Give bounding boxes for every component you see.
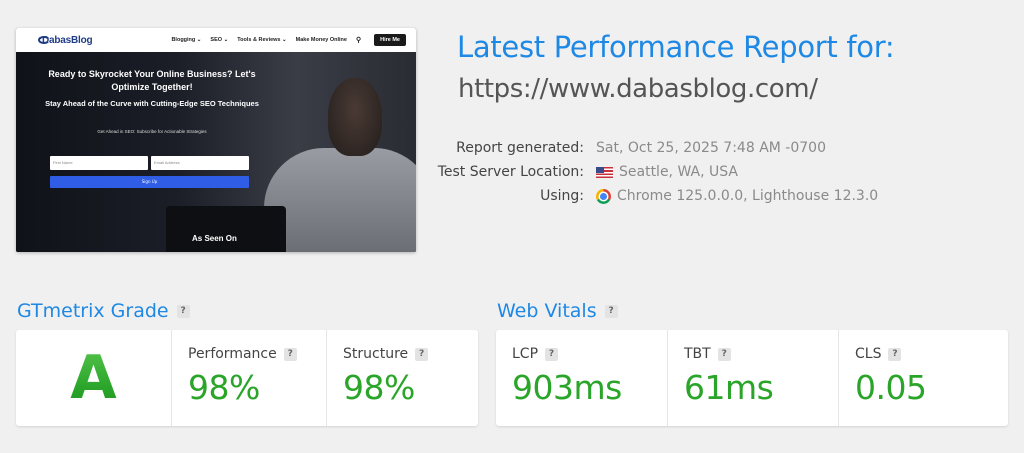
web-vitals-help-icon[interactable]: ?	[604, 304, 618, 318]
report-meta: Report generated: Sat, Oct 25, 2025 7:48…	[400, 136, 940, 208]
site-menu: Blogging ⌄ SEO ⌄ Tools & Reviews ⌄ Make …	[171, 34, 406, 46]
using-label: Using:	[540, 188, 584, 204]
structure-cell: Structure ? 98%	[326, 330, 478, 426]
nav-item-make-money: Make Money Online	[295, 37, 347, 43]
cls-help-icon[interactable]: ?	[888, 347, 902, 361]
first-name-field: First Name	[50, 156, 148, 170]
as-seen-on-label: As Seen On	[192, 234, 237, 243]
performance-value: 98%	[188, 368, 260, 407]
gtmetrix-grade-help-icon[interactable]: ?	[176, 304, 190, 318]
hero-person-body	[264, 148, 416, 252]
nav-item-seo: SEO ⌄	[210, 37, 229, 43]
test-location-row: Test Server Location: Seattle, WA, USA	[400, 160, 940, 184]
report-generated-value: Sat, Oct 25, 2025 7:48 AM -0700	[596, 140, 826, 156]
grade-letter: A	[16, 330, 171, 426]
us-flag-icon	[596, 166, 613, 178]
tbt-cell: TBT ? 61ms	[667, 330, 838, 426]
tbt-help-icon[interactable]: ?	[717, 347, 731, 361]
lcp-label: LCP	[512, 346, 539, 362]
report-url: https://www.dabasblog.com/	[458, 74, 818, 104]
cls-label: CLS	[855, 346, 882, 362]
signup-button: Sign Up	[50, 176, 249, 188]
report-title: Latest Performance Report for:	[457, 30, 895, 64]
web-vitals-heading: Web Vitals ?	[497, 300, 618, 322]
cls-cell: CLS ? 0.05	[838, 330, 1008, 426]
structure-help-icon[interactable]: ?	[415, 347, 429, 361]
tbt-value: 61ms	[684, 368, 774, 407]
lcp-value: 903ms	[512, 368, 622, 407]
hero-headline: Ready to Skyrocket Your Online Business?…	[48, 69, 256, 92]
site-navbar: DabasBlog Blogging ⌄ SEO ⌄ Tools & Revie…	[16, 28, 416, 52]
hero-subheadline: Stay Ahead of the Curve with Cutting-Edg…	[45, 99, 259, 108]
using-row: Using: Chrome 125.0.0.0, Lighthouse 12.3…	[400, 184, 940, 208]
gtmetrix-grade-title: GTmetrix Grade	[17, 300, 169, 322]
lcp-cell: LCP ? 903ms	[496, 330, 667, 426]
report-generated-row: Report generated: Sat, Oct 25, 2025 7:48…	[400, 136, 940, 160]
search-icon: ⚲	[355, 37, 362, 44]
report-generated-label: Report generated:	[456, 140, 584, 156]
hero-tagline: Get Ahead in SEO: Subscribe for Actionab…	[97, 129, 207, 134]
structure-value: 98%	[343, 368, 415, 407]
hero-person-head	[328, 78, 382, 156]
web-vitals-card: LCP ? 903ms TBT ? 61ms CLS ? 0.05	[496, 330, 1008, 426]
nav-item-tools-reviews: Tools & Reviews ⌄	[237, 37, 287, 43]
using-value: Chrome 125.0.0.0, Lighthouse 12.3.0	[617, 188, 879, 204]
cls-value: 0.05	[855, 368, 927, 407]
structure-label: Structure	[343, 346, 409, 362]
nav-item-blogging: Blogging ⌄	[171, 37, 202, 43]
lcp-help-icon[interactable]: ?	[545, 347, 559, 361]
site-logo-icon	[38, 36, 50, 44]
test-location-label: Test Server Location:	[437, 164, 584, 180]
tbt-label: TBT	[684, 346, 711, 362]
gtmetrix-grade-heading: GTmetrix Grade ?	[17, 300, 190, 322]
performance-cell: Performance ? 98%	[171, 330, 326, 426]
grade-cell: A	[16, 330, 171, 426]
hero-laptop	[166, 206, 286, 252]
web-vitals-title: Web Vitals	[497, 300, 597, 322]
performance-label: Performance	[188, 346, 277, 362]
hire-me-button: Hire Me	[374, 34, 406, 46]
gtmetrix-grade-card: A Performance ? 98% Structure ? 98%	[16, 330, 478, 426]
performance-help-icon[interactable]: ?	[283, 347, 297, 361]
test-location-value: Seattle, WA, USA	[619, 164, 738, 180]
page-screenshot-thumbnail[interactable]: DabasBlog Blogging ⌄ SEO ⌄ Tools & Revie…	[16, 28, 416, 252]
chrome-icon	[596, 188, 611, 204]
email-field: Email Address	[151, 156, 249, 170]
